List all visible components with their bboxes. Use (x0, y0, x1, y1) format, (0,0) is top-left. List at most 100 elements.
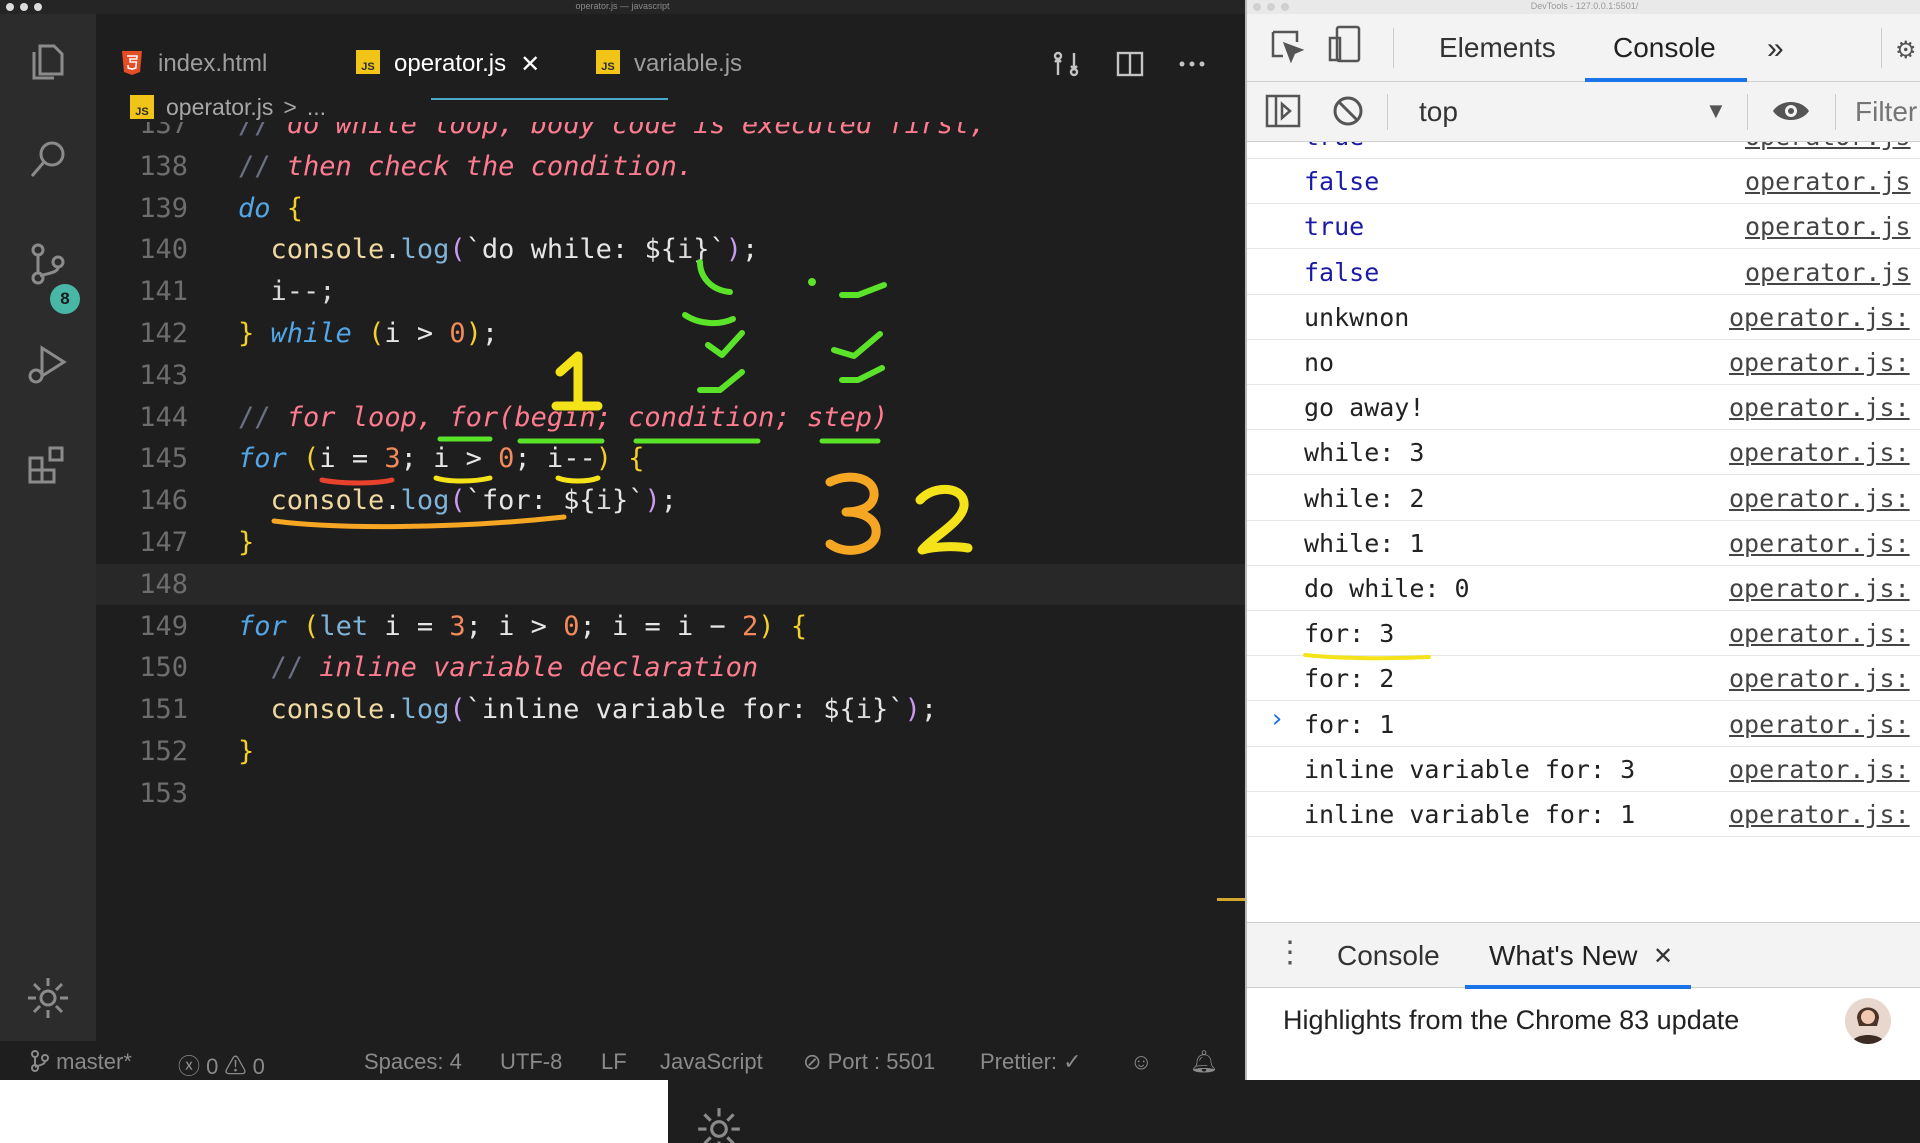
split-editor-icon[interactable] (1114, 48, 1146, 80)
tab-variable-js[interactable]: JS variable.js (596, 32, 742, 98)
code-text[interactable]: // for loop, for(begin; condition; step) (238, 402, 888, 433)
settings-gear-icon[interactable] (22, 972, 74, 1024)
whats-new-heading[interactable]: Highlights from the Chrome 83 update (1283, 1005, 1739, 1036)
code-line[interactable]: 151 console.log(`inline variable for: ${… (96, 689, 1245, 730)
console-source-link[interactable]: operator.js: (1729, 393, 1910, 422)
code-line[interactable]: 141 i--; (96, 271, 1245, 312)
device-toolbar-icon[interactable] (1327, 24, 1363, 69)
code-text[interactable]: } (238, 736, 254, 767)
line-number: 146 (139, 485, 188, 517)
notifications-bell-icon[interactable]: 🔔︎ (1190, 1049, 1218, 1075)
console-source-link[interactable]: operator.js: (1729, 619, 1910, 648)
close-tab-icon[interactable]: ✕ (1653, 942, 1673, 971)
explorer-icon[interactable] (22, 36, 74, 88)
tab-label: index.html (158, 50, 268, 77)
source-control-icon[interactable] (22, 238, 74, 290)
code-text[interactable]: // then check the condition. (238, 151, 693, 182)
code-editor[interactable]: 137 // do while loop, body code is execut… (96, 122, 1245, 1040)
drawer-menu-icon[interactable]: ⋮ (1275, 935, 1305, 971)
prettier-indicator[interactable]: Prettier: ✓ (980, 1049, 1082, 1075)
search-icon[interactable] (22, 134, 74, 186)
tab-elements[interactable]: Elements (1439, 32, 1556, 64)
line-number: 151 (139, 694, 188, 726)
inspect-element-icon[interactable] (1269, 28, 1305, 69)
console-source-link[interactable]: operator.js: (1729, 303, 1910, 332)
code-line[interactable]: 142} while (i > 0); (96, 313, 1245, 354)
code-text[interactable]: i--; (238, 276, 336, 307)
console-message: do while: 0 operator.js: (1247, 566, 1920, 611)
settings-gear-icon[interactable] (694, 1104, 744, 1143)
code-text[interactable]: do { (238, 193, 303, 224)
code-text[interactable]: console.log(`for: ${i}`); (238, 485, 677, 516)
encoding-indicator[interactable]: UTF-8 (500, 1049, 562, 1075)
clear-console-icon[interactable] (1331, 94, 1365, 133)
code-line[interactable]: 147} (96, 522, 1245, 563)
console-prompt[interactable]: › (1269, 704, 1285, 734)
activity-bar: 8 (0, 14, 96, 1041)
language-indicator[interactable]: JavaScript (660, 1049, 763, 1075)
code-line[interactable]: 144 // for loop, for(begin; condition; st… (96, 397, 1245, 438)
code-line[interactable]: 139 do { (96, 188, 1245, 229)
show-sidebar-icon[interactable] (1265, 94, 1301, 133)
settings-gear-icon[interactable]: ⚙ (1895, 36, 1917, 65)
open-changes-icon[interactable] (1050, 48, 1082, 80)
code-text[interactable]: for (i = 3; i > 0; i--) { (238, 443, 645, 474)
more-tabs-icon[interactable]: » (1767, 32, 1784, 66)
code-text[interactable]: } while (i > 0); (238, 318, 498, 349)
drawer-tab-whats-new[interactable]: What's New (1489, 940, 1638, 972)
dropdown-arrow-icon[interactable]: ▼ (1705, 98, 1727, 124)
breadcrumb-symbol[interactable]: ... (307, 94, 326, 121)
live-server-indicator[interactable]: ⊘ Port : 5501 (803, 1049, 935, 1075)
eol-indicator[interactable]: LF (601, 1049, 627, 1075)
code-line[interactable]: 150 // inline variable declaration (96, 647, 1245, 688)
context-selector[interactable]: top (1419, 96, 1458, 128)
filter-input[interactable] (1855, 94, 1920, 130)
code-line[interactable]: 152} (96, 731, 1245, 772)
console-source-link[interactable]: operator.js (1745, 212, 1911, 241)
extensions-icon[interactable] (22, 438, 74, 490)
devtools-panel-tabs: Elements Console » ⚙ (1247, 14, 1920, 82)
console-source-link[interactable]: operator.js: (1729, 755, 1910, 784)
live-expression-eye-icon[interactable] (1771, 96, 1811, 131)
code-line[interactable]: 153 (96, 773, 1245, 814)
console-source-link[interactable]: operator.js: (1729, 710, 1910, 739)
code-text[interactable]: console.log(`do while: ${i}`); (238, 234, 759, 265)
console-message: go away! operator.js: (1247, 385, 1920, 431)
tab-console[interactable]: Console (1613, 32, 1716, 64)
code-line[interactable]: 149 for (let i = 3; i > 0; i = i − 2) { (96, 606, 1245, 647)
code-text[interactable]: } (238, 527, 254, 558)
breadcrumb-file[interactable]: operator.js (166, 94, 273, 121)
console-source-link[interactable]: operator.js: (1729, 348, 1910, 377)
code-line[interactable]: 146 console.log(`for: ${i}`); (96, 480, 1245, 521)
more-actions-icon[interactable] (1176, 48, 1208, 80)
console-source-link[interactable]: operator.js: (1729, 800, 1910, 829)
branch-indicator[interactable]: master* (30, 1049, 132, 1075)
console-source-link[interactable]: operator.js: (1729, 664, 1910, 693)
console-source-link[interactable]: operator.js: (1729, 529, 1910, 558)
code-line[interactable]: 140 console.log(`do while: ${i}`); (96, 229, 1245, 270)
console-source-link[interactable]: operator.js (1745, 142, 1911, 151)
console-source-link[interactable]: operator.js: (1729, 438, 1910, 467)
code-text[interactable]: // inline variable declaration (238, 652, 759, 683)
code-line[interactable]: 148 (96, 563, 1245, 605)
indentation-indicator[interactable]: Spaces: 4 (364, 1049, 462, 1075)
console-source-link[interactable]: operator.js: (1729, 574, 1910, 603)
run-debug-icon[interactable] (22, 338, 74, 390)
feedback-icon[interactable]: ☺ (1130, 1049, 1152, 1075)
console-source-link[interactable]: operator.js (1745, 258, 1911, 287)
code-line[interactable]: 137 // do while loop, body code is execut… (96, 122, 1245, 145)
tab-operator-js[interactable]: JS operator.js ✕ (356, 32, 540, 98)
code-line[interactable]: 138 // then check the condition. (96, 146, 1245, 187)
problems-indicator[interactable]: ⓧ 0 ⚠ 0 (178, 1049, 265, 1081)
tab-close-icon[interactable]: ✕ (520, 50, 540, 79)
branch-name: master* (56, 1049, 132, 1074)
code-text[interactable]: for (let i = 3; i > 0; i = i − 2) { (238, 611, 807, 642)
tab-index-html[interactable]: index.html (120, 32, 267, 98)
code-line[interactable]: 145 for (i = 3; i > 0; i--) { (96, 438, 1245, 479)
code-text[interactable]: // do while loop, body code is executed … (238, 122, 986, 140)
code-line[interactable]: 143 (96, 355, 1245, 396)
drawer-tab-console[interactable]: Console (1337, 940, 1440, 972)
console-source-link[interactable]: operator.js (1745, 167, 1911, 196)
console-source-link[interactable]: operator.js: (1729, 484, 1910, 513)
code-text[interactable]: console.log(`inline variable for: ${i}`)… (238, 694, 938, 725)
